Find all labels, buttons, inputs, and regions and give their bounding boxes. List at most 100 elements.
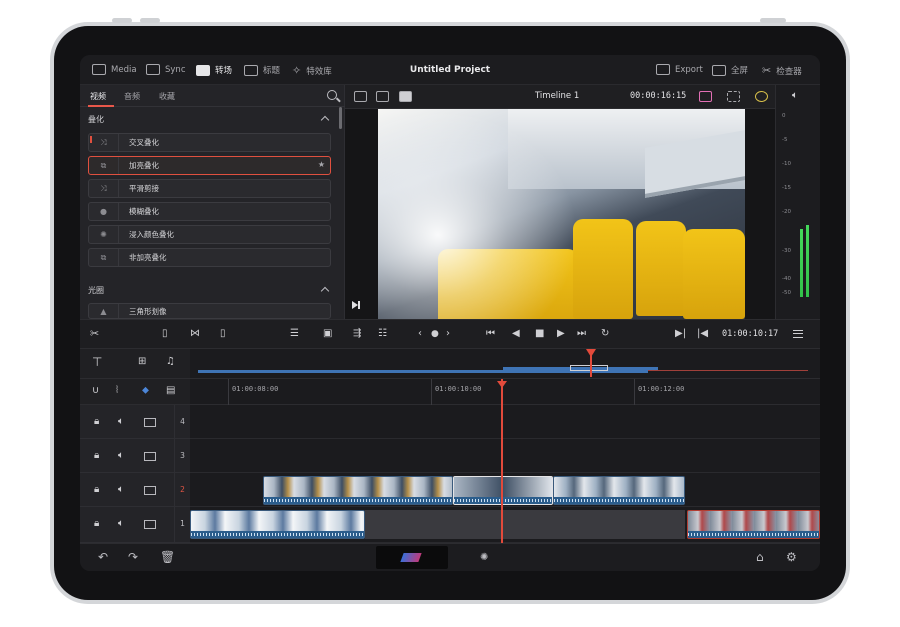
tab-video[interactable]: 视频	[90, 91, 106, 102]
marker-dot-icon[interactable]: ●	[431, 329, 439, 339]
track-tools-icon[interactable]: ⊤	[92, 356, 102, 368]
clip-thumbnails	[554, 477, 684, 498]
add-video-track-icon[interactable]: ⊞	[138, 357, 146, 367]
safe-area-icon[interactable]	[376, 91, 389, 102]
scissors-icon[interactable]: ✂	[90, 328, 99, 339]
settings-sliders-icon[interactable]: ☷	[378, 329, 387, 339]
inspector-button[interactable]: ✂ 检查器	[762, 64, 802, 77]
track-area-v3[interactable]	[190, 439, 820, 473]
playhead[interactable]	[501, 379, 503, 550]
trash-icon[interactable]: 🗑︎	[160, 551, 175, 563]
overwrite-icon[interactable]: ⇶	[353, 329, 361, 339]
section-dissolve-header[interactable]: 叠化	[88, 114, 104, 125]
panel-scrollbar[interactable]	[339, 107, 342, 129]
monitor-icon[interactable]	[144, 486, 156, 495]
align-icon[interactable]: ☰	[290, 329, 299, 339]
speaker-icon[interactable]: 🔈︎	[792, 91, 804, 101]
overview-track-line	[648, 370, 808, 371]
lock-icon[interactable]: 🔒︎	[94, 451, 99, 461]
clip-thumbnails	[688, 511, 819, 532]
search-icon[interactable]	[327, 90, 337, 100]
reverse-icon[interactable]: ◀	[512, 329, 520, 339]
playhead-handle[interactable]	[497, 381, 507, 388]
favorite-star-icon[interactable]: ★	[318, 160, 325, 169]
audio-view-icon[interactable]: ▤	[166, 386, 175, 396]
color-wheel-icon[interactable]	[755, 91, 768, 102]
speaker-icon[interactable]: 🔈︎	[118, 417, 124, 427]
section-iris-header[interactable]: 光圈	[88, 285, 104, 296]
home-icon[interactable]: ⌂	[756, 551, 764, 563]
fx-item-blur-dissolve[interactable]: ● 模糊叠化	[88, 202, 331, 221]
lock-icon[interactable]: 🔒︎	[94, 417, 99, 427]
monitor-icon[interactable]	[144, 418, 156, 427]
play-icon[interactable]	[352, 301, 360, 309]
cut-page-button[interactable]	[376, 546, 448, 569]
chevron-up-icon[interactable]	[320, 286, 330, 296]
insert-icon[interactable]: ▣	[323, 329, 332, 339]
speaker-icon[interactable]: 🔈︎	[118, 485, 124, 495]
loop-icon[interactable]: ↻	[601, 329, 609, 339]
trim-icon[interactable]: ⋈	[190, 329, 200, 339]
go-to-end-icon[interactable]: ⏭	[577, 329, 586, 339]
stop-icon[interactable]: ■	[535, 329, 544, 339]
prev-edit-icon[interactable]: ‹	[418, 329, 422, 339]
tab-favorites[interactable]: 收藏	[159, 91, 175, 102]
play-icon[interactable]: ▶	[557, 329, 565, 339]
fx-item-triangle-iris[interactable]: ▲ 三角形划像	[88, 303, 331, 319]
menu-icon[interactable]	[793, 330, 803, 338]
mark-out-icon[interactable]: |◀	[697, 329, 708, 339]
speaker-icon[interactable]: 🔈︎	[118, 519, 124, 529]
marker-flag-icon[interactable]: ⬥	[142, 386, 149, 396]
export-button[interactable]: Export	[656, 64, 703, 75]
link-icon[interactable]: ⦚	[116, 386, 118, 396]
timeline-clip[interactable]	[190, 510, 365, 539]
track-area-v1[interactable]	[190, 507, 820, 543]
trim-start-icon[interactable]: ▯	[162, 329, 168, 339]
undo-icon[interactable]: ↶	[98, 551, 108, 563]
lock-icon[interactable]: 🔒︎	[94, 519, 99, 529]
gear-icon[interactable]: ⚙	[786, 551, 797, 563]
magnet-snapping-icon[interactable]: ∪	[92, 386, 99, 396]
fullscreen-button[interactable]: 全屏	[712, 64, 748, 76]
track-header-v2: 🔒︎ 🔈︎ 2	[80, 473, 190, 507]
timeline-clip[interactable]	[263, 476, 453, 505]
overview-playhead-cap[interactable]	[586, 349, 596, 357]
timeline-name[interactable]: Timeline 1	[535, 91, 579, 101]
timeline-clip[interactable]	[687, 510, 820, 539]
track-area-v2[interactable]	[190, 473, 820, 507]
blur-drop-icon: ●	[89, 203, 119, 220]
chevron-up-icon[interactable]	[320, 115, 330, 125]
track-area-v4[interactable]	[190, 405, 820, 439]
camera-icon[interactable]	[699, 91, 712, 102]
image-view-icon[interactable]	[354, 91, 367, 102]
active-tab-underline	[88, 105, 114, 107]
fx-item-cross-dissolve[interactable]: ⤨ 交叉叠化	[88, 133, 331, 152]
fx-item-non-additive[interactable]: ⧉ 非加亮叠化	[88, 248, 331, 267]
monitor-icon[interactable]	[144, 452, 156, 461]
mark-in-icon[interactable]: ▶|	[675, 329, 686, 339]
tab-audio[interactable]: 音频	[124, 91, 140, 102]
ruler-tick	[634, 379, 635, 405]
fx-item-dip-to-color[interactable]: ✺ 浸入颜色叠化	[88, 225, 331, 244]
trim-end-icon[interactable]: ▯	[220, 329, 226, 339]
video-viewer[interactable]	[345, 109, 775, 319]
transform-icon[interactable]	[727, 91, 740, 102]
timeline-clip[interactable]	[553, 476, 685, 505]
timeline-overview[interactable]	[190, 349, 820, 379]
clip-waveform	[688, 531, 819, 538]
fx-item-smooth-cut[interactable]: ⤨ 平滑剪接	[88, 179, 331, 198]
timeline-timecode: 01:00:10:17	[722, 329, 779, 339]
lock-icon[interactable]: 🔒︎	[94, 485, 99, 495]
fx-item-additive-dissolve[interactable]: ⧉ 加亮叠化 ★	[88, 156, 331, 175]
overview-viewport-box[interactable]	[570, 365, 608, 371]
filmstrip-icon[interactable]	[399, 91, 412, 102]
speaker-icon[interactable]: 🔈︎	[118, 451, 124, 461]
redo-icon[interactable]: ↷	[128, 551, 138, 563]
timeline-clip-transition[interactable]	[453, 476, 553, 505]
monitor-icon[interactable]	[144, 520, 156, 529]
top-bar: Media Sync 转场 标题 ✧ 特效库 Untitled Project …	[80, 55, 820, 85]
go-to-start-icon[interactable]: ⏮	[486, 329, 495, 339]
add-audio-track-icon[interactable]: ♫	[166, 357, 175, 367]
next-edit-icon[interactable]: ›	[446, 329, 450, 339]
timeline-gap[interactable]	[365, 510, 685, 539]
